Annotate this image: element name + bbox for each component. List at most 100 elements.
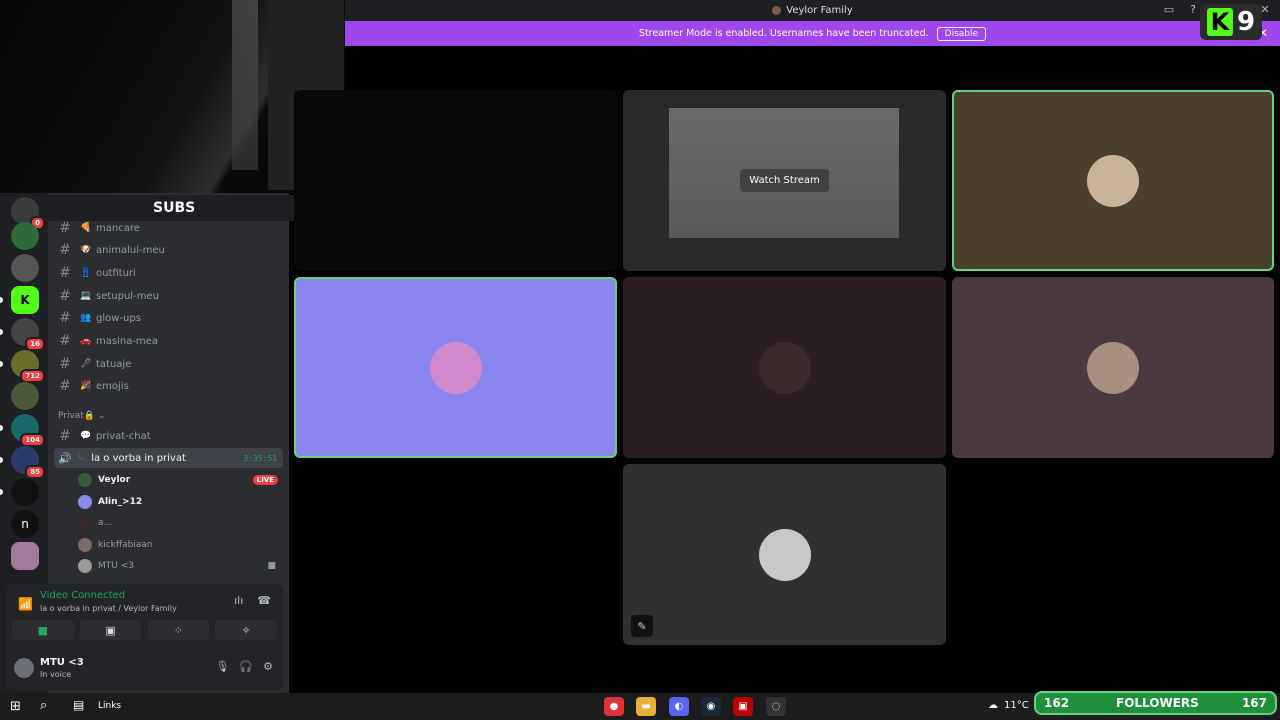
channel-item[interactable]: # 👖 outfituri — [56, 263, 283, 283]
voicemeeter-icon[interactable]: ▣ — [733, 697, 753, 716]
followers-label: FOLLOWERS — [1116, 696, 1199, 710]
voice-status-title[interactable]: Video Connected — [40, 590, 125, 601]
weather-widget[interactable]: ☁ 11°C — [988, 700, 1029, 711]
channel-item[interactable]: # 🍕 mancare — [56, 218, 283, 238]
channel-name: privat-chat — [96, 430, 151, 442]
search-icon[interactable]: ⌕ — [40, 698, 47, 713]
channel-item[interactable]: # 🎉 emojis — [56, 376, 283, 396]
hash-icon: # — [59, 428, 71, 444]
kick-count: 9 — [1236, 7, 1256, 37]
watch-stream-button[interactable]: Watch Stream — [740, 169, 829, 192]
user-status: In voice — [40, 670, 72, 679]
channel-name: masina-mea — [96, 335, 158, 347]
video-tile-user[interactable]: ✎ — [623, 464, 946, 645]
kick-overlay: K 9 — [1200, 4, 1262, 40]
hash-icon: # — [59, 220, 71, 236]
video-tile-user[interactable] — [952, 277, 1274, 458]
task-view-icon[interactable]: ▤ — [73, 698, 84, 712]
avatar — [78, 516, 92, 530]
noise-suppression-icon[interactable]: ılı — [234, 594, 243, 607]
channel-emoji: 🖋 — [80, 359, 92, 369]
server-icon-pink[interactable] — [11, 542, 39, 570]
video-tile-user[interactable] — [952, 90, 1274, 271]
server-badge: 712 — [20, 369, 45, 383]
server-icon-top[interactable]: 0 — [11, 197, 45, 230]
channel-item[interactable]: # 🚗 masina-mea — [56, 331, 283, 351]
voice-user[interactable]: MTU <3 ■ — [78, 557, 278, 575]
voice-timer: 3:35:51 — [243, 453, 277, 463]
server-icon-speaker[interactable]: 712 — [11, 350, 45, 383]
channel-emoji: 🍕 — [80, 223, 92, 233]
speaker-icon: 🔊 — [58, 451, 72, 465]
muted-icon[interactable]: ✎ — [631, 615, 653, 637]
server-icon-blue[interactable]: 85 — [11, 446, 45, 479]
channel-item[interactable]: # 💻 setupul-meu — [56, 286, 283, 306]
avatar — [78, 473, 92, 487]
obs-icon[interactable]: ◌ — [766, 697, 786, 716]
channel-emoji: 💬 — [80, 431, 92, 441]
user-name[interactable]: MTU <3 — [40, 657, 84, 668]
camera-button[interactable]: ■ — [12, 620, 74, 640]
voice-user[interactable]: Veylor LIVE — [78, 471, 278, 489]
disconnect-icon[interactable]: ☎ — [257, 594, 271, 607]
title-bar: Veylor Family ▭ ? – □ ✕ — [345, 0, 1280, 21]
voice-user-name: MTU <3 — [98, 561, 134, 571]
server-icon-dark[interactable] — [11, 478, 39, 506]
hash-icon: # — [59, 310, 71, 326]
voice-user[interactable]: kickffabiaan — [78, 536, 278, 554]
chrome-icon[interactable]: ● — [604, 697, 624, 716]
settings-gear-icon[interactable]: ⚙ — [263, 660, 273, 673]
video-tile-user[interactable] — [623, 277, 946, 458]
disable-streamer-mode-button[interactable]: Disable — [936, 26, 987, 41]
streamer-mode-banner: Streamer Mode is enabled. Usernames have… — [345, 21, 1280, 46]
avatar[interactable] — [14, 658, 34, 678]
channel-name: mancare — [96, 222, 140, 234]
server-badge: 104 — [20, 433, 45, 447]
screen-share-button[interactable]: ▣ — [79, 620, 142, 640]
avatar — [758, 528, 811, 581]
soundboard-button[interactable]: ✧ — [215, 620, 277, 640]
followers-goal: 167 — [1241, 696, 1267, 710]
server-icon-teal[interactable]: 104 — [11, 414, 45, 447]
voice-user[interactable]: a... — [78, 514, 278, 532]
voice-action-buttons: ■ ▣ ⁘ ✧ — [12, 620, 277, 640]
live-badge: LIVE — [252, 475, 278, 485]
signal-icon[interactable]: 📶 — [18, 597, 33, 611]
headphones-icon[interactable]: 🎧 — [239, 660, 253, 673]
server-icon-green[interactable] — [11, 222, 39, 250]
server-icon-emblem[interactable] — [11, 382, 39, 410]
desktop: Veylor Family ▭ ? – □ ✕ Streamer Mode is… — [0, 0, 1280, 720]
voice-channel-name: la o vorba in privat — [91, 452, 186, 464]
server-icon-kick[interactable]: K — [11, 286, 39, 314]
channel-item[interactable]: # 🐶 animalul-meu — [56, 240, 283, 260]
voice-user[interactable]: Alin_>12 — [78, 493, 278, 511]
voice-connection-panel: 📶 Video Connected la o vorba in privat /… — [6, 584, 283, 646]
channel-item[interactable]: # 👥 glow-ups — [56, 308, 283, 328]
video-tile-user-speaking[interactable] — [294, 277, 617, 458]
windows-start-icon[interactable]: ⊞ — [10, 699, 21, 714]
channel-item-private-chat[interactable]: # 💬 privat-chat — [56, 426, 283, 446]
voice-status-subtitle[interactable]: la o vorba in privat / Veylor Family — [40, 604, 177, 613]
server-icon-letter[interactable]: n — [11, 510, 39, 538]
category-header[interactable]: Privat🔒 ⌄ — [58, 411, 105, 421]
server-icon-cat[interactable] — [11, 254, 39, 282]
steam-icon[interactable]: ◉ — [701, 697, 721, 716]
channel-name: glow-ups — [96, 312, 141, 324]
help-icon[interactable]: ? — [1186, 3, 1200, 16]
links-toolbar[interactable]: Links — [98, 701, 121, 711]
followers-overlay: 162 FOLLOWERS 167 — [1034, 691, 1277, 715]
temperature: 11°C — [1004, 700, 1029, 711]
voice-channel-active[interactable]: 🔊 📞 la o vorba in privat 3:35:51 — [54, 448, 283, 468]
channel-item[interactable]: # 🖋 tatuaje — [56, 354, 283, 374]
activities-button[interactable]: ⁘ — [147, 620, 210, 640]
video-tile-stream-dark[interactable] — [294, 90, 617, 271]
microphone-icon[interactable]: 🎙 — [215, 660, 229, 673]
channel-emoji: 🚗 — [80, 336, 92, 346]
video-tile-stream[interactable]: Watch Stream — [623, 90, 946, 271]
voice-user-name: Veylor — [98, 475, 131, 485]
server-icon-gauge[interactable]: 16 — [11, 318, 45, 351]
channel-emoji: 👥 — [80, 313, 92, 323]
inbox-icon[interactable]: ▭ — [1162, 3, 1176, 16]
file-explorer-icon[interactable]: ▬ — [636, 697, 656, 716]
discord-icon[interactable]: ◐ — [669, 697, 689, 716]
